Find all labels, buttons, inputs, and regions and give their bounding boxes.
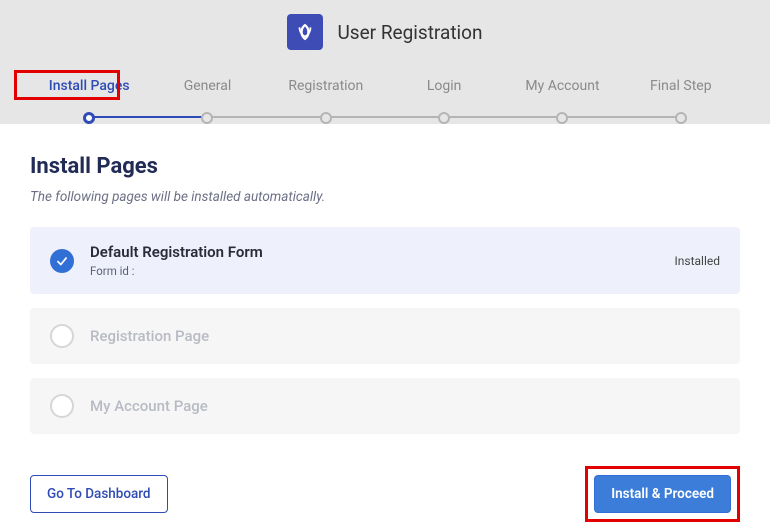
check-icon: [50, 249, 74, 273]
step-line: [89, 116, 207, 118]
go-to-dashboard-button[interactable]: Go To Dashboard: [30, 475, 168, 513]
step-line: [444, 116, 562, 118]
card-body: My Account Page: [90, 397, 720, 415]
app-logo: [287, 14, 323, 50]
step-line: [562, 116, 680, 118]
step-label: Final Step: [650, 78, 712, 94]
content-region: Install Pages The following pages will b…: [0, 124, 770, 434]
card-status: Installed: [674, 254, 720, 268]
header-region: User Registration Install Pages General …: [0, 0, 770, 124]
stepper: Install Pages General Registration Login…: [0, 78, 770, 124]
card-body: Registration Page: [90, 327, 720, 345]
step-dot-icon: [438, 112, 450, 124]
tulip-icon: [294, 21, 316, 43]
page-card-registration-page: Registration Page: [30, 308, 740, 364]
step-dot-icon: [320, 112, 332, 124]
step-dot-icon: [83, 112, 95, 124]
page-card-default-registration: Default Registration Form Form id : Inst…: [30, 227, 740, 294]
step-dot-icon: [201, 112, 213, 124]
card-title: Registration Page: [90, 327, 720, 345]
step-label: Registration: [288, 78, 363, 94]
step-label: Install Pages: [49, 78, 130, 94]
app-title: User Registration: [337, 21, 482, 44]
card-title: Default Registration Form: [90, 243, 658, 261]
check-empty-icon: [50, 394, 74, 418]
check-empty-icon: [50, 324, 74, 348]
card-subtext: Form id :: [90, 264, 658, 278]
page-subtext: The following pages will be installed au…: [30, 189, 740, 205]
step-dot-icon: [675, 112, 687, 124]
step-label: My Account: [525, 78, 599, 94]
step-line: [207, 116, 325, 118]
highlight-install-proceed: Install & Proceed: [585, 466, 740, 522]
page-heading: Install Pages: [30, 154, 740, 179]
step-label: Login: [427, 78, 462, 94]
footer: Go To Dashboard Install & Proceed: [0, 448, 770, 522]
title-row: User Registration: [0, 14, 770, 78]
step-line: [326, 116, 444, 118]
step-label: General: [184, 78, 232, 94]
card-body: Default Registration Form Form id :: [90, 243, 658, 278]
step-dot-icon: [556, 112, 568, 124]
install-proceed-button[interactable]: Install & Proceed: [594, 475, 731, 513]
step-install-pages[interactable]: Install Pages: [30, 78, 148, 124]
page-card-my-account-page: My Account Page: [30, 378, 740, 434]
card-title: My Account Page: [90, 397, 720, 415]
